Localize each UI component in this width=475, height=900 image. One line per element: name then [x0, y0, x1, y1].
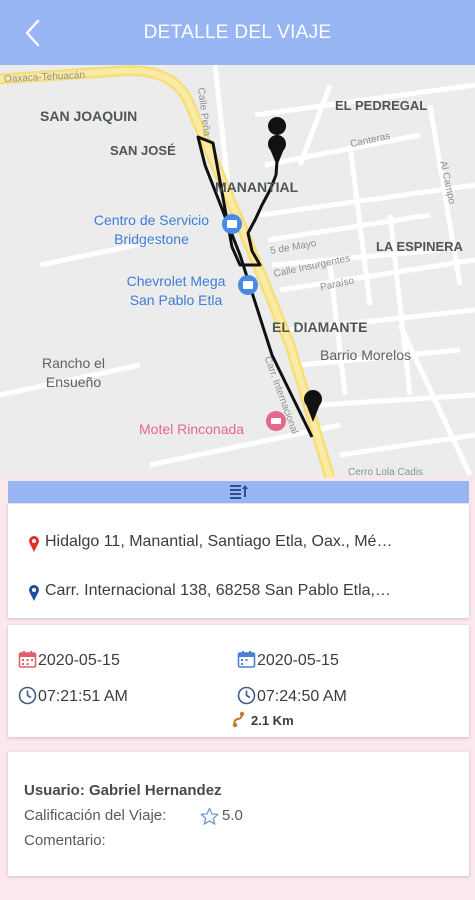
rating-label: Calificación del Viaje:: [24, 807, 167, 824]
route-distance-icon: [232, 711, 245, 728]
destination-address: Carr. Internacional 138, 68258 San Pablo…: [45, 582, 391, 599]
origin-row: Hidalgo 11, Manantial, Santiago Etla, Oa…: [24, 532, 444, 554]
chevrolet-poi-icon[interactable]: [238, 275, 258, 295]
rating-value: 5.0: [222, 807, 243, 824]
distance-value: 2.1 Km: [251, 713, 294, 728]
clock-start-icon: [18, 686, 37, 705]
bridgestone-label[interactable]: Centro de Servicio Bridgestone: [84, 211, 219, 249]
chevrolet-label[interactable]: Chevrolet Mega San Pablo Etla: [116, 272, 236, 310]
end-time: 07:24:50 AM: [257, 688, 347, 705]
destination-row: Carr. Internacional 138, 68258 San Pablo…: [24, 581, 444, 603]
destination-pin-icon: [29, 585, 39, 601]
area-label: LA ESPINERA: [376, 239, 463, 254]
origin-pin-icon: [29, 536, 39, 552]
end-date: 2020-05-15: [257, 652, 339, 669]
area-label: SAN JOSÉ: [110, 143, 176, 158]
app-header: DETALLE DEL VIAJE: [0, 0, 475, 65]
comment-label: Comentario:: [24, 832, 106, 849]
area-label: SAN JOAQUIN: [40, 108, 138, 124]
motel-label[interactable]: Motel Rinconada: [139, 421, 244, 437]
page-title: DETALLE DEL VIAJE: [143, 22, 332, 43]
star-icon: [200, 807, 219, 825]
start-date: 2020-05-15: [38, 652, 120, 669]
origin-address: Hidalgo 11, Manantial, Santiago Etla, Oa…: [45, 533, 393, 550]
time-card: 2020-05-15 2020-05-15 07:21:51 AM 07:24:…: [8, 625, 469, 737]
bridgestone-poi-icon[interactable]: [222, 214, 242, 234]
area-label: EL PEDREGAL: [335, 98, 428, 113]
area-label: MANANTIAL: [215, 179, 299, 195]
list-sort-icon[interactable]: [229, 483, 249, 501]
calendar-start-icon: [18, 651, 37, 668]
barrio-label: Barrio Morelos: [320, 347, 412, 363]
clock-end-icon: [237, 686, 256, 705]
area-label: EL DIAMANTE: [272, 319, 368, 335]
street-label: Cerro Lola Cadis: [348, 467, 424, 478]
calendar-end-icon: [237, 651, 256, 668]
user-card: Usuario: Gabriel Hernandez Calificación …: [8, 752, 469, 876]
rancho-label: Rancho el Ensueño: [41, 355, 106, 390]
start-time: 07:21:51 AM: [38, 688, 128, 705]
route-map[interactable]: Oaxaca-Tehuacán Calle Peña Canteras Al C…: [0, 65, 475, 478]
origin-marker-icon[interactable]: [268, 117, 287, 166]
user-name: Usuario: Gabriel Hernandez: [24, 782, 222, 799]
map-roads: [0, 65, 475, 478]
details-toolbar: [8, 481, 469, 503]
address-card: Hidalgo 11, Manantial, Santiago Etla, Oa…: [8, 504, 469, 618]
